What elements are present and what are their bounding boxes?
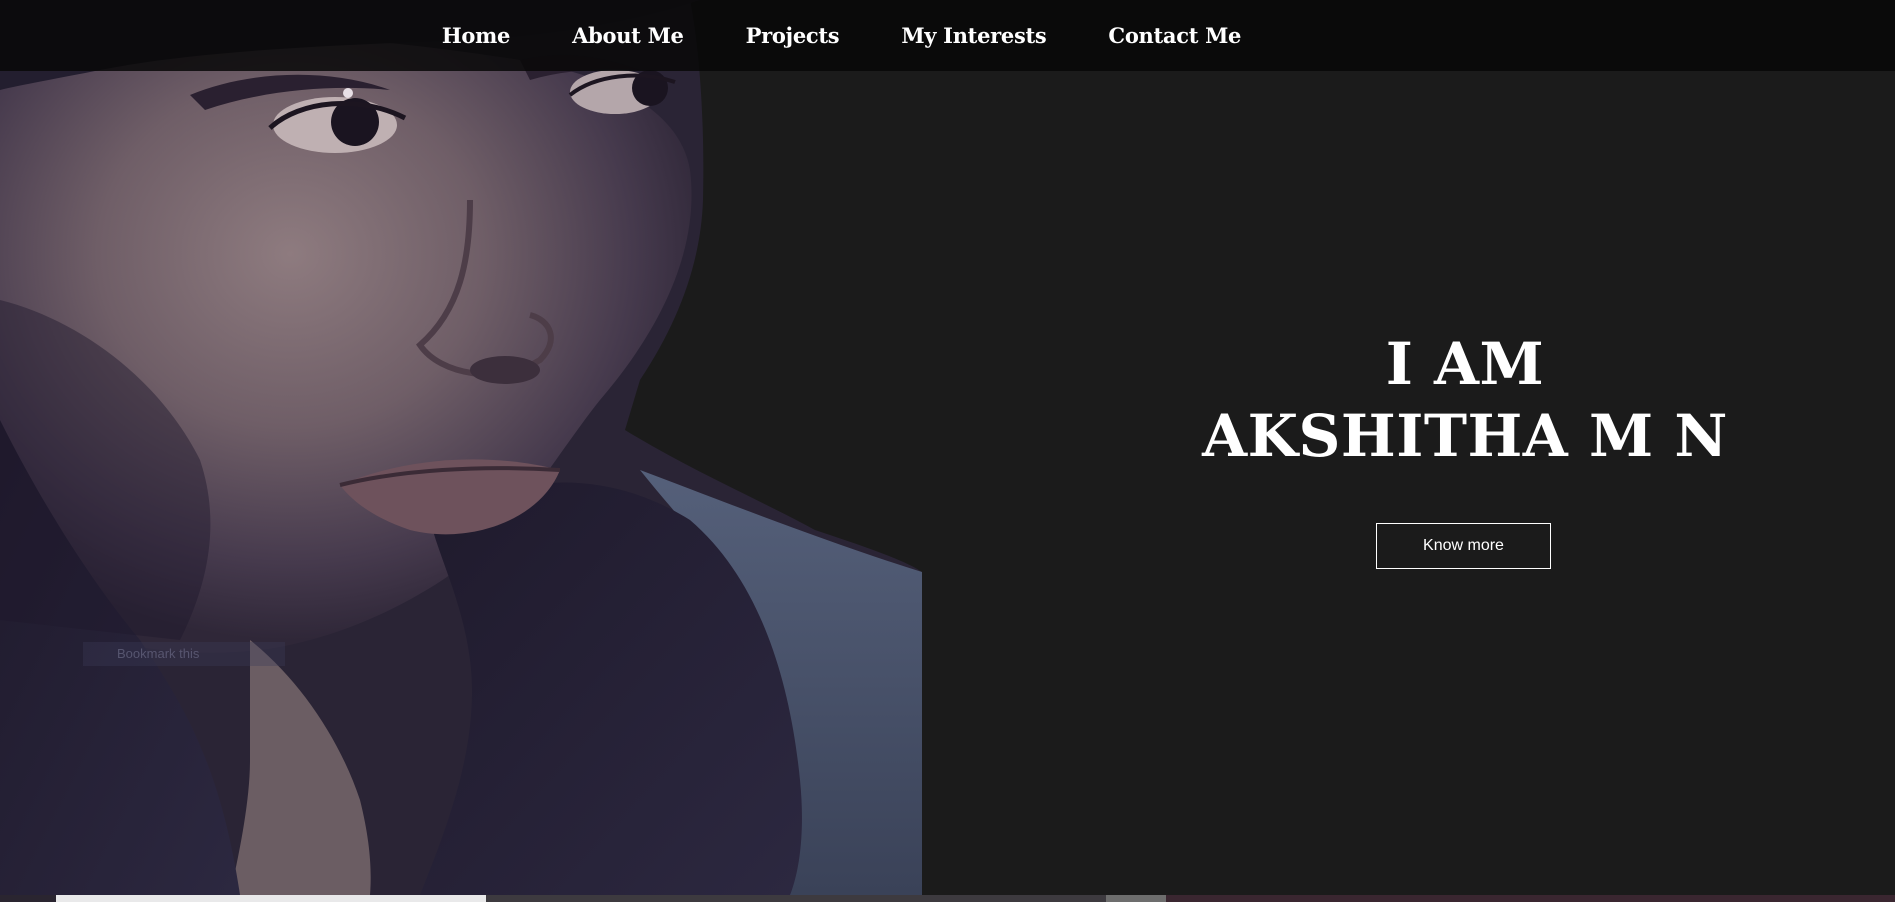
- nav-item-my-interests[interactable]: My Interests: [901, 23, 1046, 48]
- strip-segment: [56, 895, 486, 902]
- next-section-edge: [0, 895, 1895, 902]
- nav-menu: Home About Me Projects My Interests Cont…: [411, 23, 1272, 48]
- landing-page: Bookmark this Home About Me Projects My …: [0, 0, 1895, 902]
- know-more-button[interactable]: Know more: [1376, 523, 1551, 569]
- hero-title-line-2: AKSHITHA M N: [1202, 402, 1728, 470]
- portrait-photo: [0, 0, 922, 895]
- nav-item-home[interactable]: Home: [442, 23, 511, 48]
- nav-item-projects[interactable]: Projects: [746, 23, 840, 48]
- strip-segment: [486, 895, 1106, 902]
- strip-segment: [0, 895, 56, 902]
- hero-title-line-1: I AM: [1385, 330, 1545, 398]
- top-navigation-bar: Home About Me Projects My Interests Cont…: [0, 0, 1895, 71]
- nav-item-about-me[interactable]: About Me: [572, 23, 684, 48]
- strip-segment: [1106, 895, 1166, 902]
- hero-section: I AM AKSHITHA M N: [1160, 328, 1770, 472]
- strip-segment: [1166, 895, 1895, 902]
- nav-item-contact-me[interactable]: Contact Me: [1108, 23, 1241, 48]
- hero-title: I AM AKSHITHA M N: [1160, 328, 1770, 472]
- photo-caption: Bookmark this: [83, 642, 285, 666]
